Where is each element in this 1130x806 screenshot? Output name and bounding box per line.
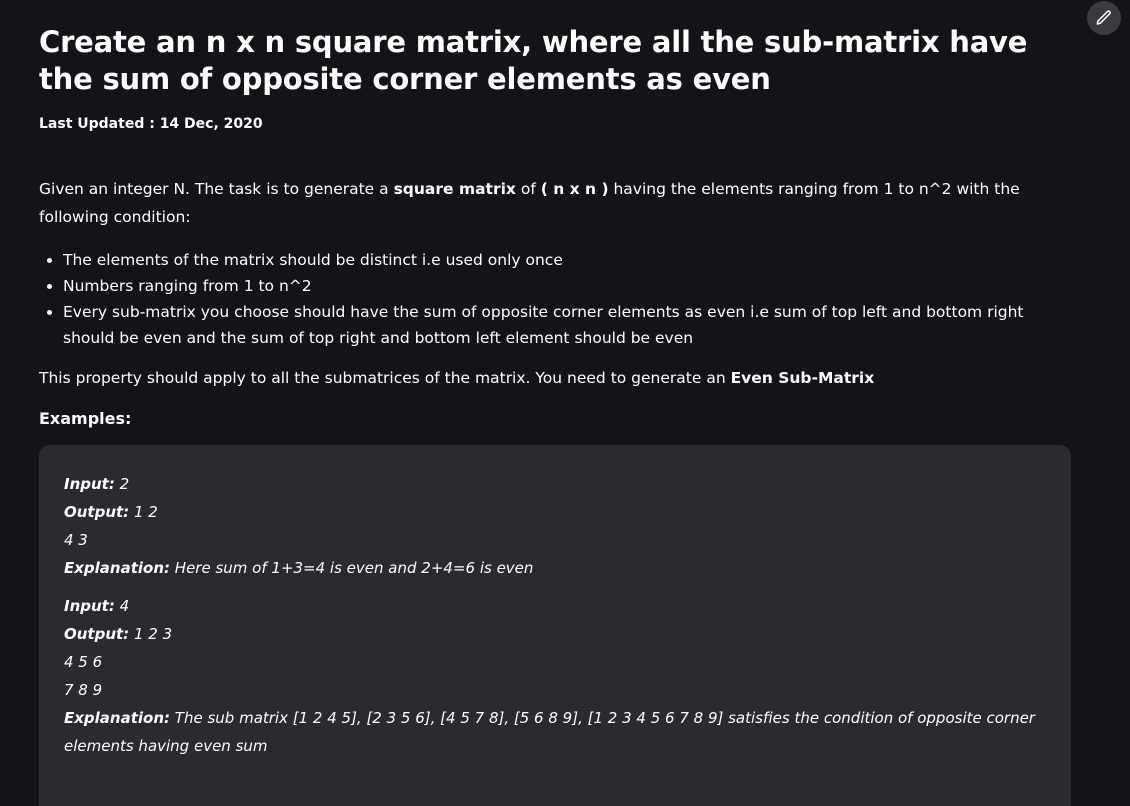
intro-text: of <box>515 180 541 198</box>
output-label: Output: <box>64 503 130 521</box>
input-label: Input: <box>64 475 115 493</box>
list-item: Every sub-matrix you choose should have … <box>63 299 1063 351</box>
article-page: Create an n x n square matrix, where all… <box>0 0 1130 806</box>
example-1: Input: 2 Output: 1 2 4 3 Explanation: He… <box>64 470 1044 582</box>
explanation-label: Explanation: <box>64 559 171 577</box>
output-line: 1 2 <box>129 503 158 521</box>
output-line: 4 3 <box>64 531 88 549</box>
last-updated-label: Last Updated : <box>39 116 155 132</box>
property-bold: Even Sub-Matrix <box>730 368 875 387</box>
input-value: 2 <box>114 475 130 493</box>
property-paragraph: This property should apply to all the su… <box>39 365 1079 391</box>
list-item: Numbers ranging from 1 to n^2 <box>63 273 1063 299</box>
example-output: Output: 1 2 3 <box>64 620 1044 648</box>
input-label: Input: <box>64 597 115 615</box>
pencil-icon <box>1096 10 1111 25</box>
property-text: This property should apply to all the su… <box>39 368 731 387</box>
output-line: 1 2 3 <box>129 625 173 643</box>
explanation-text: Here sum of 1+3=4 is even and 2+4=6 is e… <box>170 559 534 577</box>
example-input: Input: 2 <box>64 470 1044 498</box>
intro-text: Given an integer N. The task is to gener… <box>39 180 394 198</box>
input-value: 4 <box>114 597 130 615</box>
conditions-list: The elements of the matrix should be dis… <box>39 247 1063 351</box>
edit-button[interactable] <box>1087 1 1121 35</box>
output-line: 4 5 6 <box>64 653 103 671</box>
explanation-text: The sub matrix [1 2 4 5], [2 3 5 6], [4 … <box>64 709 1035 755</box>
example-input: Input: 4 <box>64 592 1044 620</box>
example-explanation: Explanation: The sub matrix [1 2 4 5], [… <box>64 704 1044 760</box>
article-content: Create an n x n square matrix, where all… <box>39 0 1079 806</box>
last-updated-date: 14 Dec, 2020 <box>159 116 263 132</box>
intro-paragraph: Given an integer N. The task is to gener… <box>39 175 1059 231</box>
examples-box: Input: 2 Output: 1 2 4 3 Explanation: He… <box>39 445 1071 806</box>
last-updated: Last Updated : 14 Dec, 2020 <box>39 114 1079 134</box>
example-explanation: Explanation: Here sum of 1+3=4 is even a… <box>64 554 1044 582</box>
example-output: Output: 1 2 <box>64 498 1044 526</box>
explanation-label: Explanation: <box>64 709 171 727</box>
list-item: The elements of the matrix should be dis… <box>63 247 1063 273</box>
intro-bold-square-matrix: square matrix <box>393 180 516 198</box>
intro-bold-dimensions: ( n x n ) <box>540 180 609 198</box>
output-label: Output: <box>64 625 130 643</box>
output-line: 7 8 9 <box>64 681 103 699</box>
example-2: Input: 4 Output: 1 2 3 4 5 6 7 8 9 Expla… <box>64 592 1044 760</box>
page-title: Create an n x n square matrix, where all… <box>39 25 1028 96</box>
examples-heading: Examples: <box>39 409 132 428</box>
